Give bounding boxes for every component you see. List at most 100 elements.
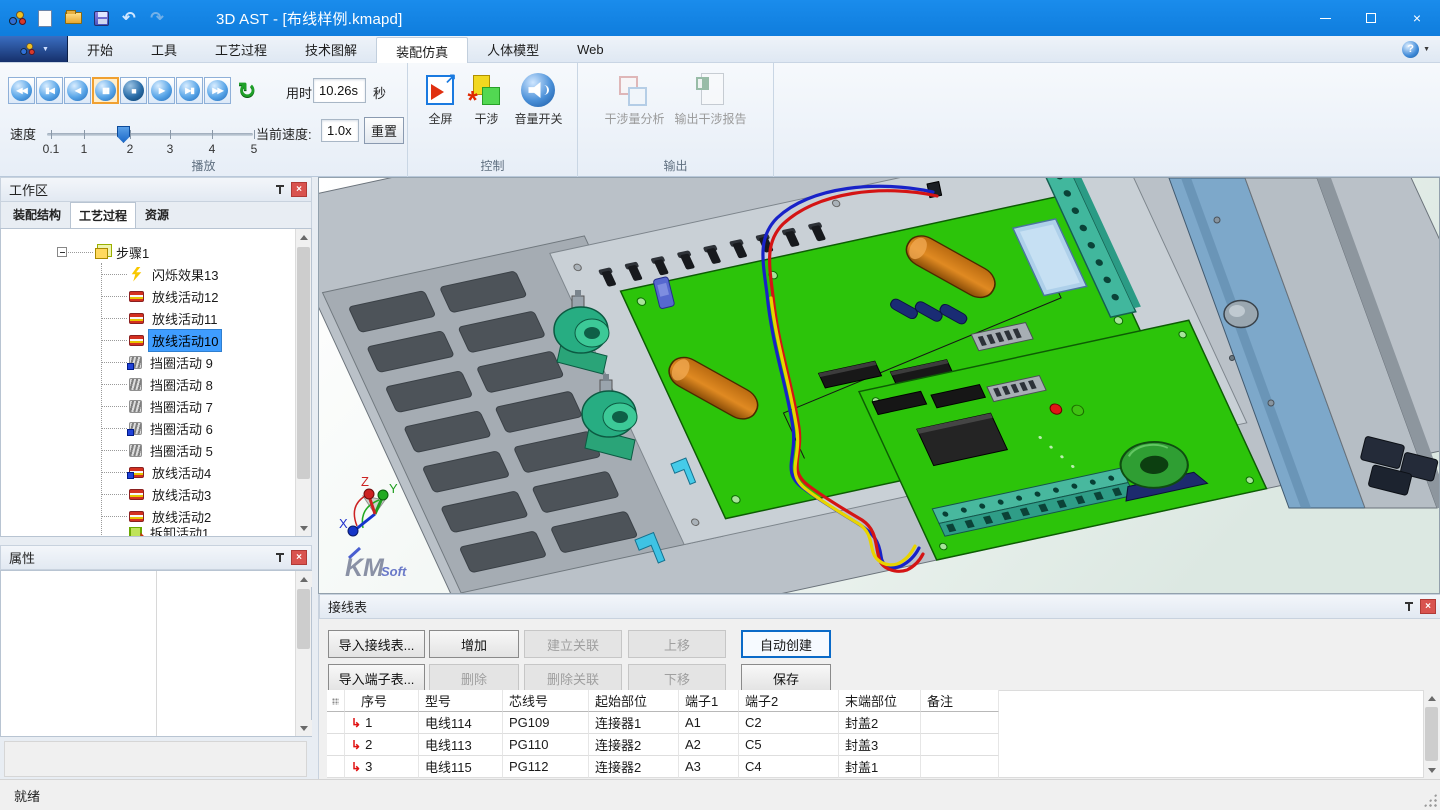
table-cell[interactable]: 连接器2 — [589, 756, 679, 778]
expander-minus-icon[interactable] — [57, 247, 67, 257]
fullscreen-button[interactable]: ↗全屏 — [419, 71, 461, 129]
minimize-button[interactable] — [1302, 0, 1348, 36]
table-cell[interactable]: ↳1 — [345, 712, 419, 734]
column-header[interactable]: 备注 — [921, 690, 999, 712]
tree-item[interactable]: 放线活动10 — [1, 329, 311, 351]
wiring-button[interactable]: 导入接线表... — [328, 630, 425, 658]
elapsed-time-field[interactable]: 10.26s — [313, 78, 366, 103]
play-button[interactable]: ▶ — [148, 77, 175, 104]
table-row[interactable]: ↳3电线115PG112连接器2A3C4封盖1 — [327, 756, 999, 778]
pin-icon[interactable] — [274, 183, 286, 197]
column-header[interactable]: 端子2 — [739, 690, 839, 712]
tree-item[interactable]: 放线活动3 — [1, 483, 311, 505]
current-speed-field[interactable]: 1.0x — [321, 119, 359, 142]
table-cell[interactable]: 电线114 — [419, 712, 503, 734]
wiring-button[interactable]: 增加 — [429, 630, 519, 658]
reset-speed-button[interactable]: 重置 — [364, 117, 404, 144]
row-handle-cell[interactable] — [327, 756, 345, 778]
tree-item[interactable]: 放线活动12 — [1, 285, 311, 307]
table-cell[interactable]: A1 — [679, 712, 739, 734]
table-cell[interactable]: ↳3 — [345, 756, 419, 778]
speed-slider[interactable] — [47, 133, 253, 136]
ribbon-tab[interactable]: 工具 — [132, 36, 196, 62]
ribbon-tab[interactable]: 人体模型 — [468, 36, 558, 62]
step-back-button[interactable]: ◀ — [64, 77, 91, 104]
pause-button[interactable]: ▮▮ — [92, 77, 119, 104]
wiring-button[interactable]: 自动创建 — [741, 630, 831, 658]
column-header[interactable]: 芯线号 — [503, 690, 589, 712]
pin-icon[interactable] — [274, 551, 286, 565]
prev-step-button[interactable]: ▮◀ — [36, 77, 63, 104]
table-row[interactable]: ↳2电线113PG110连接器2A2C5封盖3 — [327, 734, 999, 756]
resize-grip[interactable] — [1423, 793, 1437, 807]
table-cell[interactable]: C2 — [739, 712, 839, 734]
tree-item[interactable]: 挡圈活动 7 — [1, 395, 311, 417]
properties-column-divider[interactable] — [156, 571, 157, 736]
properties-close-button[interactable]: × — [291, 550, 307, 565]
stop-button[interactable]: ■ — [120, 77, 147, 104]
viewport-3d[interactable]: X Y Z KM Soft — [318, 177, 1440, 594]
tree-item[interactable]: 挡圈活动 9 — [1, 351, 311, 373]
column-header[interactable]: 末端部位 — [839, 690, 921, 712]
interference-button[interactable]: *干涉 — [465, 71, 507, 129]
ribbon-tab[interactable]: 装配仿真 — [376, 37, 468, 63]
ribbon-tab[interactable]: 工艺过程 — [196, 36, 286, 62]
new-document-button[interactable] — [34, 7, 56, 29]
properties-scrollbar[interactable] — [295, 571, 311, 736]
column-header[interactable]: 序号 — [345, 690, 419, 712]
tree-item[interactable]: 挡圈活动 5 — [1, 439, 311, 461]
ribbon-tab[interactable]: Web — [558, 36, 623, 62]
scroll-down-icon[interactable] — [1424, 762, 1440, 778]
table-cell[interactable]: 封盖2 — [839, 712, 921, 734]
workspace-tab[interactable]: 资源 — [136, 201, 178, 228]
table-cell[interactable]: 连接器1 — [589, 712, 679, 734]
row-handle-cell[interactable] — [327, 712, 345, 734]
tree-root-item[interactable]: 步骤1 — [1, 241, 311, 263]
tree-item[interactable]: 放线活动4 — [1, 461, 311, 483]
table-cell[interactable] — [921, 734, 999, 756]
seek-end-button[interactable]: ▶▶ — [204, 77, 231, 104]
table-cell[interactable] — [921, 712, 999, 734]
workspace-tab[interactable]: 工艺过程 — [70, 202, 136, 229]
app-menu-button[interactable]: ▼ — [0, 36, 68, 62]
scroll-down-icon[interactable] — [296, 720, 312, 736]
table-cell[interactable]: PG112 — [503, 756, 589, 778]
tree-item[interactable]: 放线活动11 — [1, 307, 311, 329]
column-header[interactable]: 起始部位 — [589, 690, 679, 712]
scroll-up-icon[interactable] — [1424, 690, 1440, 706]
table-cell[interactable]: 封盖1 — [839, 756, 921, 778]
open-file-button[interactable] — [62, 7, 84, 29]
wiring-button[interactable]: 保存 — [741, 664, 831, 692]
scrollbar-thumb[interactable] — [297, 589, 310, 649]
tree-item[interactable]: 拆卸活动1 — [1, 527, 311, 537]
table-cell[interactable]: A2 — [679, 734, 739, 756]
table-cell[interactable]: C4 — [739, 756, 839, 778]
table-cell[interactable]: C5 — [739, 734, 839, 756]
table-cell[interactable]: 电线115 — [419, 756, 503, 778]
scroll-up-icon[interactable] — [296, 571, 312, 587]
workspace-tab[interactable]: 装配结构 — [4, 201, 70, 228]
tree-item[interactable]: 放线活动2 — [1, 505, 311, 527]
table-cell[interactable]: 封盖3 — [839, 734, 921, 756]
wiring-close-button[interactable]: × — [1420, 599, 1436, 614]
wiring-table-scrollbar[interactable] — [1423, 690, 1439, 778]
save-button[interactable] — [90, 7, 112, 29]
help-button[interactable]: ? ▼ — [1402, 36, 1440, 62]
replay-button[interactable]: ↻ — [232, 77, 262, 104]
volume-button[interactable]: 音量开关 — [511, 71, 565, 129]
undo-button[interactable]: ↶ — [118, 7, 140, 29]
table-corner-cell[interactable] — [327, 690, 345, 712]
seek-start-button[interactable]: ◀◀ — [8, 77, 35, 104]
speed-slider-thumb[interactable] — [117, 126, 130, 143]
maximize-button[interactable] — [1348, 0, 1394, 36]
ribbon-tab[interactable]: 开始 — [68, 36, 132, 62]
table-cell[interactable]: ↳2 — [345, 734, 419, 756]
ribbon-tab[interactable]: 技术图解 — [286, 36, 376, 62]
viewport-scene[interactable]: X Y Z KM Soft — [319, 178, 1440, 594]
wiring-button[interactable]: 导入端子表... — [328, 664, 425, 692]
table-cell[interactable] — [921, 756, 999, 778]
next-step-button[interactable]: ▶▮ — [176, 77, 203, 104]
table-row[interactable]: ↳1电线114PG109连接器1A1C2封盖2 — [327, 712, 999, 734]
close-button[interactable]: × — [1394, 0, 1440, 36]
table-cell[interactable]: 连接器2 — [589, 734, 679, 756]
